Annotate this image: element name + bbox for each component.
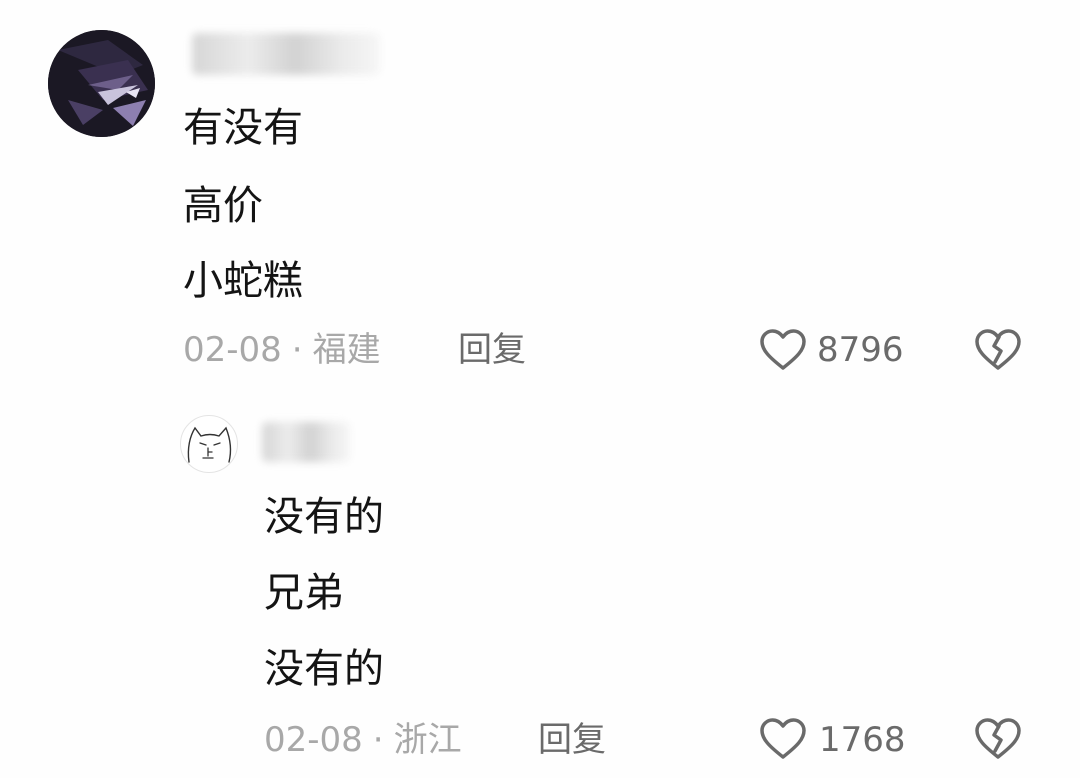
reply-meta: 02-08 · 浙江: [264, 720, 462, 760]
reply-text-line-2: 兄弟: [264, 570, 344, 616]
comment-meta: 02-08 · 福建: [183, 330, 381, 370]
reply-location: 浙江: [393, 720, 462, 760]
comment-text-line-1: 有没有: [183, 105, 303, 151]
meta-separator: ·: [372, 720, 384, 760]
comment-reply-button[interactable]: 回复: [458, 330, 526, 370]
reply-text-line-3: 没有的: [264, 646, 384, 692]
commenter-name-blurred[interactable]: [192, 33, 380, 75]
meta-separator: ·: [291, 330, 303, 370]
comment-text-line-3: 小蛇糕: [183, 258, 303, 304]
reply-reply-button[interactable]: 回复: [538, 720, 606, 760]
broken-heart-icon[interactable]: [974, 328, 1022, 372]
comment-thread: 有没有 高价 小蛇糕 02-08 · 福建 回复 8796 没有的 兄弟 没有的 0…: [0, 0, 1080, 778]
dark-abstract-avatar-icon: [48, 30, 155, 137]
comment-date: 02-08: [183, 330, 282, 370]
replier-avatar[interactable]: [180, 415, 238, 473]
comment-like-count: 8796: [817, 330, 904, 370]
comment-text-line-2: 高价: [183, 183, 263, 229]
reply-text-line-1: 没有的: [264, 494, 384, 540]
heart-outline-icon[interactable]: [759, 717, 807, 761]
broken-heart-icon[interactable]: [974, 717, 1022, 761]
reply-date: 02-08: [264, 720, 363, 760]
reply-like-count: 1768: [819, 720, 906, 760]
cat-doodle-avatar-icon: [187, 426, 232, 463]
heart-outline-icon[interactable]: [759, 328, 807, 372]
commenter-avatar[interactable]: [48, 30, 155, 137]
replier-name-blurred[interactable]: [262, 422, 350, 462]
comment-location: 福建: [312, 330, 381, 370]
